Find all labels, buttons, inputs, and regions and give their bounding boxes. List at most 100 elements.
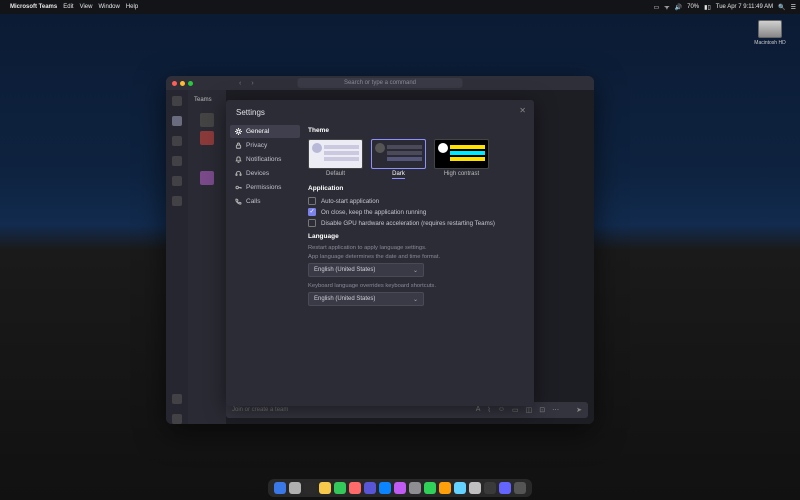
dock-app[interactable] xyxy=(289,482,301,494)
dock-app[interactable] xyxy=(424,482,436,494)
settings-nav-permissions[interactable]: Permissions xyxy=(230,181,300,194)
chevron-down-icon: ⌄ xyxy=(413,296,418,303)
window-close-button[interactable] xyxy=(172,81,177,86)
menu-edit[interactable]: Edit xyxy=(63,4,73,10)
app-language-select[interactable]: English (United States) ⌄ xyxy=(308,263,424,277)
window-minimize-button[interactable] xyxy=(180,81,185,86)
desktop-macintosh-hd[interactable]: Macintosh HD xyxy=(752,20,788,46)
rail-help-icon[interactable] xyxy=(172,414,182,424)
dock-app[interactable] xyxy=(349,482,361,494)
settings-nav: General Privacy Notifications Devices Pe… xyxy=(226,121,304,406)
dock-app[interactable] xyxy=(439,482,451,494)
menu-window[interactable]: Window xyxy=(98,4,119,10)
checkbox-label: Disable GPU hardware acceleration (requi… xyxy=(321,220,495,227)
settings-modal: Settings ✕ General Privacy Notifications xyxy=(226,100,534,406)
checkbox-auto-start[interactable] xyxy=(308,197,316,205)
volume-icon[interactable]: 🔊 xyxy=(675,4,682,11)
gif-icon[interactable]: ▭ xyxy=(512,406,519,414)
dock-app[interactable] xyxy=(409,482,421,494)
theme-option-high-contrast[interactable]: High contrast xyxy=(434,139,489,179)
teams-list-column: Teams xyxy=(188,90,226,424)
dock-app[interactable] xyxy=(454,482,466,494)
nav-label: General xyxy=(246,128,269,135)
application-heading: Application xyxy=(308,185,524,192)
dock-trash-icon[interactable] xyxy=(514,482,526,494)
keyboard-language-select[interactable]: English (United States) ⌄ xyxy=(308,292,424,306)
rail-apps-icon[interactable] xyxy=(172,394,182,404)
menubar-app-name[interactable]: Microsoft Teams xyxy=(10,4,57,10)
chevron-down-icon: ⌄ xyxy=(413,267,418,274)
send-icon[interactable]: ➤ xyxy=(576,406,582,414)
dock-app[interactable] xyxy=(469,482,481,494)
macos-dock[interactable] xyxy=(268,479,532,497)
window-zoom-button[interactable] xyxy=(188,81,193,86)
dock-app[interactable] xyxy=(319,482,331,494)
battery-icon[interactable]: ▮▯ xyxy=(704,4,711,11)
gear-icon xyxy=(235,128,242,135)
dock-app[interactable] xyxy=(364,482,376,494)
dock-app[interactable] xyxy=(379,482,391,494)
wifi-icon[interactable]: ᯤ xyxy=(664,3,669,11)
airplay-icon[interactable]: ▭ xyxy=(653,4,659,11)
theme-label: Dark xyxy=(392,171,405,179)
checkbox-keep-running[interactable] xyxy=(308,208,316,216)
more-icon[interactable]: ⋯ xyxy=(552,406,559,414)
battery-percentage[interactable]: 70% xyxy=(687,4,699,10)
dock-app[interactable] xyxy=(499,482,511,494)
nav-back-button[interactable]: ‹ xyxy=(239,80,241,87)
sticker-icon[interactable]: ◫ xyxy=(526,406,533,414)
composer-placeholder: Join or create a team xyxy=(232,407,288,413)
theme-heading: Theme xyxy=(308,127,524,134)
rail-activity-icon[interactable] xyxy=(172,96,182,106)
theme-dark-thumbnail xyxy=(371,139,426,169)
nav-label: Devices xyxy=(246,170,269,177)
settings-title: Settings xyxy=(236,108,265,117)
nav-forward-button[interactable]: › xyxy=(251,80,253,87)
key-icon xyxy=(235,184,242,191)
command-search-input[interactable]: Search or type a command xyxy=(298,78,463,88)
format-icon[interactable]: A xyxy=(476,406,481,414)
dock-app[interactable] xyxy=(274,482,286,494)
dock-app[interactable] xyxy=(304,482,316,494)
settings-nav-calls[interactable]: Calls xyxy=(230,195,300,208)
rail-calendar-icon[interactable] xyxy=(172,156,182,166)
dock-app[interactable] xyxy=(394,482,406,494)
keyboard-language-note: Keyboard language overrides keyboard sho… xyxy=(308,283,524,289)
rail-calls-icon[interactable] xyxy=(172,176,182,186)
attach-icon[interactable]: ⌇ xyxy=(487,406,490,414)
theme-label: High contrast xyxy=(434,171,489,177)
lock-icon xyxy=(235,142,242,149)
menu-help[interactable]: Help xyxy=(126,4,138,10)
spotlight-icon[interactable]: 🔍 xyxy=(778,4,785,11)
theme-high-contrast-thumbnail xyxy=(434,139,489,169)
team-avatar[interactable] xyxy=(200,113,214,127)
team-avatar[interactable] xyxy=(200,171,214,185)
teams-window: ‹ › Search or type a command Teams Join … xyxy=(166,76,594,424)
settings-nav-devices[interactable]: Devices xyxy=(230,167,300,180)
language-restart-note: Restart application to apply language se… xyxy=(308,245,524,251)
menu-view[interactable]: View xyxy=(80,4,93,10)
nav-label: Notifications xyxy=(246,156,281,163)
settings-nav-notifications[interactable]: Notifications xyxy=(230,153,300,166)
checkbox-disable-gpu[interactable] xyxy=(308,219,316,227)
menubar-clock[interactable]: Tue Apr 7 9:11:49 AM xyxy=(716,4,773,10)
meetnow-icon[interactable]: ⊡ xyxy=(539,406,545,414)
emoji-icon[interactable]: ☺ xyxy=(498,406,505,414)
rail-teams-icon[interactable] xyxy=(172,136,182,146)
app-language-note: App language determines the date and tim… xyxy=(308,254,524,260)
nav-label: Permissions xyxy=(246,184,281,191)
dock-app[interactable] xyxy=(484,482,496,494)
theme-option-default[interactable]: Default xyxy=(308,139,363,179)
window-titlebar[interactable]: ‹ › Search or type a command xyxy=(166,76,594,90)
rail-chat-icon[interactable] xyxy=(172,116,182,126)
traffic-lights xyxy=(172,81,193,86)
modal-close-button[interactable]: ✕ xyxy=(519,106,526,115)
dock-app[interactable] xyxy=(334,482,346,494)
settings-nav-privacy[interactable]: Privacy xyxy=(230,139,300,152)
control-center-icon[interactable]: ☰ xyxy=(791,4,796,11)
rail-files-icon[interactable] xyxy=(172,196,182,206)
theme-option-dark[interactable]: Dark xyxy=(371,139,426,179)
settings-nav-general[interactable]: General xyxy=(230,125,300,138)
team-avatar[interactable] xyxy=(200,131,214,145)
theme-default-thumbnail xyxy=(308,139,363,169)
